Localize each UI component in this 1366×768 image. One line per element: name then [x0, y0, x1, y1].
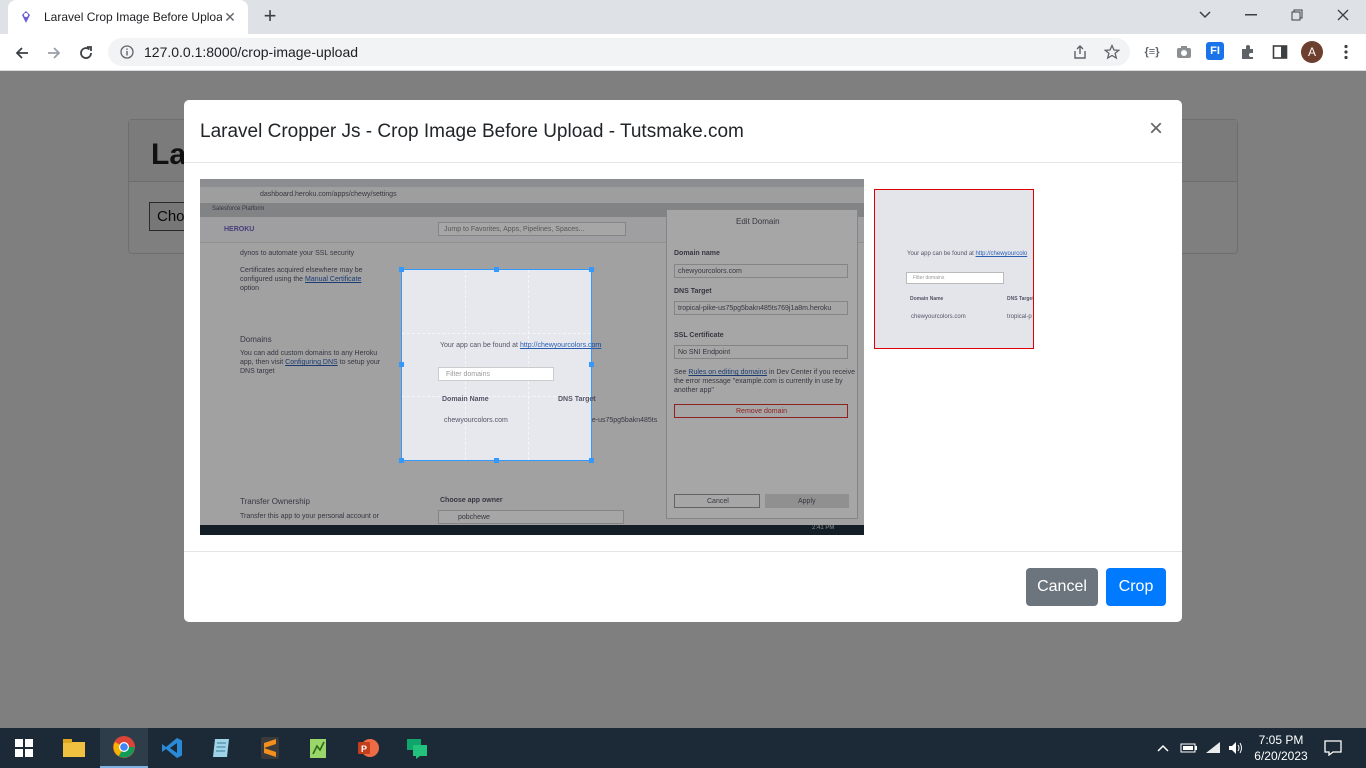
crop-handle-w[interactable]: [399, 362, 404, 367]
clock-time: 7:05 PM: [1258, 733, 1304, 747]
crop-col-dns: DNS Target: [558, 396, 596, 403]
site-favicon-icon: [22, 11, 30, 23]
url-text: 127.0.0.1:8000/crop-image-upload: [144, 44, 359, 60]
bookmark-star-icon[interactable]: [1102, 42, 1122, 62]
tray-chevron-icon[interactable]: [1156, 728, 1170, 768]
taskbar: P 7:05 PM 6/20/2023: [0, 728, 1366, 768]
share-icon[interactable]: [1070, 42, 1090, 62]
modal-header: Laravel Cropper Js - Crop Image Before U…: [184, 100, 1182, 163]
sublime-text-icon[interactable]: [246, 728, 294, 768]
fi-extension-icon[interactable]: FI: [1206, 42, 1224, 60]
profile-avatar[interactable]: A: [1301, 41, 1323, 63]
site-info-icon[interactable]: [120, 45, 134, 59]
chrome-icon[interactable]: [100, 728, 148, 768]
preview-col-dns: DNS Target: [1007, 296, 1034, 302]
preview-col-domain: Domain Name: [910, 296, 944, 302]
tab-close-icon[interactable]: ✕: [222, 9, 238, 25]
side-panel-icon[interactable]: [1270, 42, 1290, 62]
crop-handle-nw[interactable]: [399, 267, 404, 272]
svg-text:P: P: [361, 744, 367, 754]
forward-icon[interactable]: [40, 39, 68, 67]
windows-start-icon[interactable]: [0, 728, 48, 768]
crop-handle-se[interactable]: [589, 458, 594, 463]
crop-app-found: Your app can be found at http://chewyour…: [440, 342, 602, 349]
crop-button[interactable]: Crop: [1106, 568, 1166, 606]
cropper-canvas[interactable]: dashboard.heroku.com/apps/chewy/settings…: [200, 179, 864, 535]
minimize-icon[interactable]: [1228, 0, 1274, 30]
menu-kebab-icon[interactable]: [1336, 42, 1356, 62]
crop-handle-s[interactable]: [494, 458, 499, 463]
restore-icon[interactable]: [1274, 0, 1320, 30]
crop-handle-sw[interactable]: [399, 458, 404, 463]
file-explorer-icon[interactable]: [50, 728, 98, 768]
reload-icon[interactable]: [72, 39, 100, 67]
tab-strip: Laravel Crop Image Before Uploa ✕ +: [0, 0, 1366, 34]
browser-tab[interactable]: Laravel Crop Image Before Uploa ✕: [8, 0, 248, 34]
browser-toolbar: 127.0.0.1:8000/crop-image-upload {≡} FI …: [0, 34, 1366, 71]
extensions-puzzle-icon[interactable]: [1238, 42, 1258, 62]
tab-search-icon[interactable]: [1182, 0, 1228, 30]
crop-handle-n[interactable]: [494, 267, 499, 272]
camera-extension-icon[interactable]: [1174, 42, 1194, 62]
close-window-icon[interactable]: [1320, 0, 1366, 30]
page-content: La Cho Laravel Cropper Js - Crop Image B…: [0, 71, 1366, 728]
notepad-icon[interactable]: [197, 728, 245, 768]
modal-title: Laravel Cropper Js - Crop Image Before U…: [200, 121, 744, 142]
crop-preview: Your app can be found at http://chewyour…: [874, 189, 1034, 349]
modal-close-button[interactable]: ×: [1146, 117, 1166, 141]
battery-icon[interactable]: [1180, 728, 1198, 768]
vscode-icon[interactable]: [148, 728, 196, 768]
chat-app-icon[interactable]: [393, 728, 441, 768]
notepad-plus-icon[interactable]: [295, 728, 343, 768]
crop-selection-box[interactable]: Your app can be found at http://chewyour…: [399, 267, 601, 463]
preview-filter: Filter domains: [913, 275, 945, 281]
tab-title: Laravel Crop Image Before Uploa: [44, 10, 222, 24]
new-tab-icon[interactable]: +: [258, 5, 282, 28]
crop-handle-ne[interactable]: [589, 267, 594, 272]
crop-row-domain: chewyourcolors.com: [444, 417, 508, 424]
json-extension-icon[interactable]: {≡}: [1142, 42, 1162, 62]
preview-row-domain: chewyourcolors.com: [911, 314, 966, 320]
notifications-icon[interactable]: [1324, 728, 1342, 768]
volume-icon[interactable]: [1228, 728, 1244, 768]
preview-row-dns: tropical-p: [1007, 314, 1032, 320]
cancel-button[interactable]: Cancel: [1026, 568, 1098, 606]
crop-col-domain: Domain Name: [442, 396, 489, 403]
back-icon[interactable]: [8, 39, 36, 67]
modal-body: dashboard.heroku.com/apps/chewy/settings…: [184, 163, 1182, 551]
modal-footer: Cancel Crop: [184, 551, 1182, 622]
crop-handle-e[interactable]: [589, 362, 594, 367]
address-bar[interactable]: 127.0.0.1:8000/crop-image-upload: [108, 38, 1130, 66]
crop-modal: Laravel Cropper Js - Crop Image Before U…: [184, 100, 1182, 622]
preview-app-found: Your app can be found at http://chewyour…: [907, 251, 1028, 257]
crop-filter: Filter domains: [446, 371, 490, 378]
taskbar-clock[interactable]: 7:05 PM 6/20/2023: [1246, 732, 1316, 764]
powerpoint-icon[interactable]: P: [344, 728, 392, 768]
clock-date: 6/20/2023: [1254, 749, 1308, 763]
wifi-icon[interactable]: [1204, 728, 1222, 768]
